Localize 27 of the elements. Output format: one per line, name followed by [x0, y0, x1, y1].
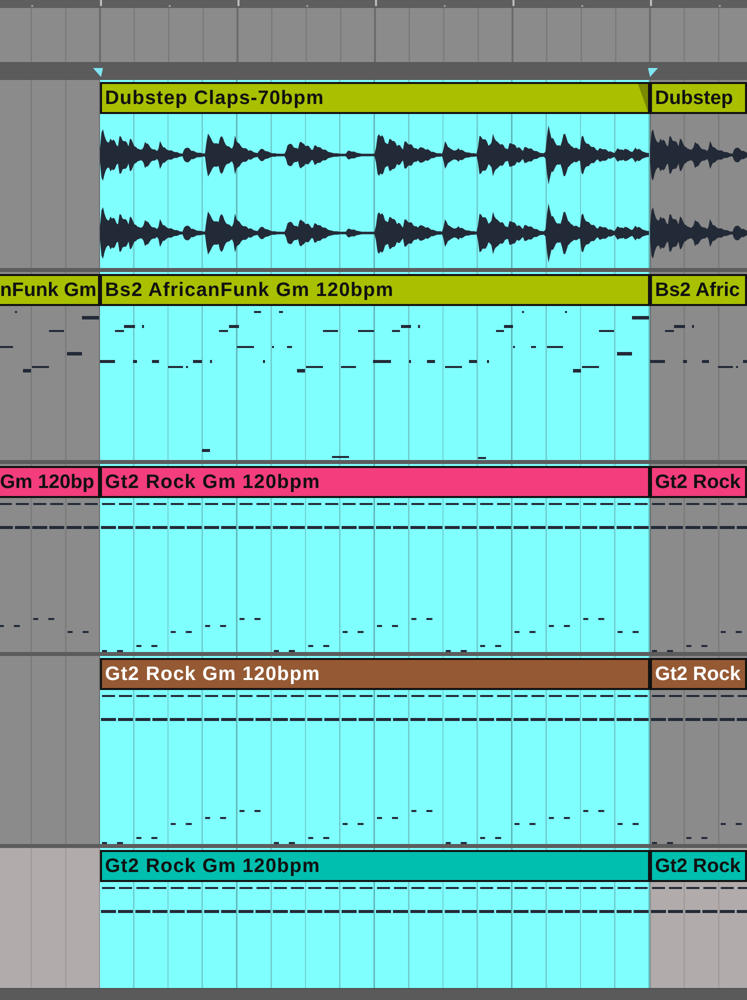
selection-start-marker-icon[interactable] [93, 68, 103, 77]
midi-clip[interactable]: Bs2 AfricanFunk Gm 120bpm [100, 272, 650, 460]
audio-clip[interactable]: Dubstep Claps-70bpm [100, 80, 650, 268]
audio-clip[interactable]: Dubstep [650, 80, 747, 268]
midi-clip[interactable]: nFunk Gm [0, 272, 100, 460]
clip-header[interactable]: nFunk Gm [0, 274, 100, 306]
midi-clip[interactable]: Gt2 Rock Gm 120bpm [100, 848, 650, 988]
clip-header[interactable]: Gt2 Rock [650, 850, 747, 882]
midi-clip[interactable]: Bs2 Afric [650, 272, 747, 460]
midi-clip[interactable]: Gt2 Rock Gm 120bpm [100, 464, 650, 652]
midi-clip[interactable]: Gt2 Rock [650, 848, 747, 988]
clip-header[interactable]: Bs2 Afric [650, 274, 747, 306]
clip-header[interactable]: Dubstep [650, 82, 747, 114]
clip-header[interactable]: Gt2 Rock Gm 120bpm [100, 850, 650, 882]
clip-header[interactable]: Gt2 Rock [650, 658, 747, 690]
midi-clip[interactable]: Gt2 Rock Gm 120bpm [100, 656, 650, 844]
clip-end-marker-icon[interactable] [638, 84, 648, 112]
selection-end-marker-icon[interactable] [648, 68, 658, 77]
midi-clip[interactable]: Gt2 Rock [650, 464, 747, 652]
clip-header[interactable]: Gt2 Rock [650, 466, 747, 498]
clip-header[interactable]: Gt2 Rock Gm 120bpm [100, 658, 650, 690]
midi-clip[interactable]: Gm 120bp [0, 464, 100, 652]
clip-header[interactable]: Gt2 Rock Gm 120bpm [100, 466, 650, 498]
clip-header[interactable]: Bs2 AfricanFunk Gm 120bpm [100, 274, 650, 306]
clip-header[interactable]: Dubstep Claps-70bpm [100, 82, 650, 114]
midi-clip[interactable]: Gt2 Rock [650, 656, 747, 844]
clip-header[interactable]: Gm 120bp [0, 466, 100, 498]
